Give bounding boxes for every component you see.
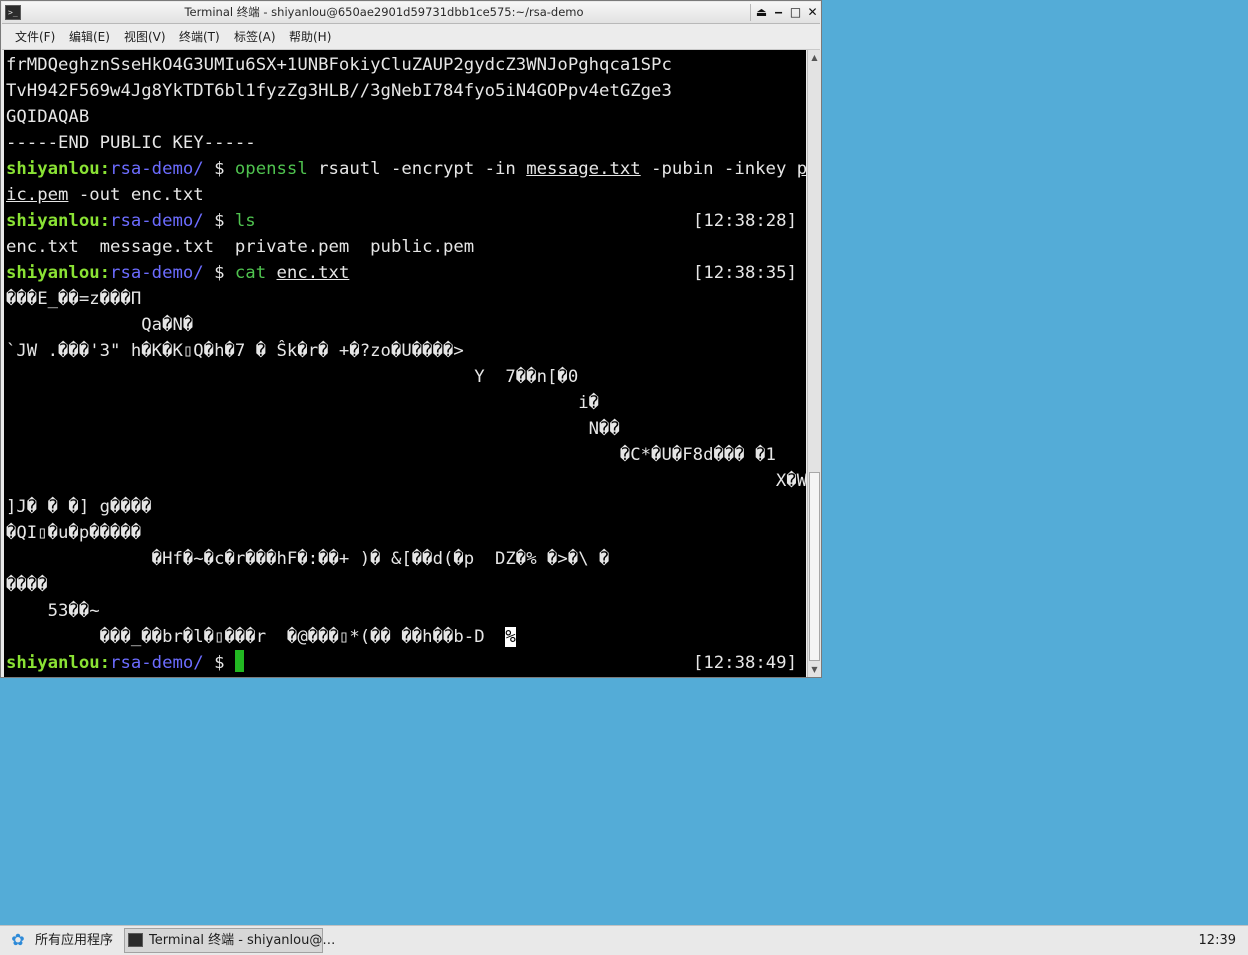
command-line-ls: shiyanlou:rsa-demo/ $ ls [6,208,256,234]
terminal-icon [128,933,143,947]
apps-menu-label[interactable]: 所有应用程序 [35,926,113,955]
command-line-openssl: shiyanlou:rsa-demo/ $ openssl rsautl -en… [6,156,806,182]
prompt-user: shiyanlou [6,263,100,283]
timestamp: [12:38:28] [692,211,797,231]
menu-edit[interactable]: 编辑(E) [69,24,110,49]
command-line-wrap: ic.pem -out enc.txt [6,182,204,208]
scroll-down-arrow-icon[interactable]: ▼ [808,663,821,676]
menu-file[interactable]: 文件(F) [15,24,55,49]
prompt-path: rsa-demo/ [110,159,204,179]
terminal-output[interactable]: frMDQeghznSseHkO4G3UMIu6SX+1UNBFokiyCluZ… [4,50,806,677]
command-args: -out enc.txt [68,185,204,205]
prompt-path: rsa-demo/ [110,653,204,673]
ls-output: enc.txt message.txt private.pem public.p… [6,237,475,257]
prompt-dollar: $ [203,211,235,231]
prompt-user: shiyanlou [6,159,100,179]
binary-output-line: ���_��br�l�▯���r �@���▯*(�� ��h��b-D % [6,624,516,650]
binary-output-text: ���_��br�l�▯���r �@���▯*(�� ��h��b-D [6,627,506,647]
clock[interactable]: 12:39 [1199,926,1236,955]
taskbar-terminal-label: Terminal 终端 - shiyanlou@… [149,933,336,948]
menu-view[interactable]: 视图(V) [124,24,166,49]
active-prompt: shiyanlou:rsa-demo/ $ [6,650,244,676]
key-line: GQIDAQAB [6,107,90,127]
binary-output-line: Y 7��n[�0 [6,367,579,387]
apps-menu-icon[interactable]: ✿ [8,932,28,948]
prompt-path: rsa-demo/ [110,211,204,231]
minimize-button[interactable]: ‒ [770,4,787,21]
key-line: TvH942F569w4Jg8YkTDT6bl1fyzZg3HLB//3gNeb… [6,81,672,101]
shade-button[interactable]: ⏏ [753,4,770,21]
scroll-up-arrow-icon[interactable]: ▲ [808,51,821,64]
file-arg: publ [796,159,806,179]
prompt-colon: : [99,653,111,673]
file-arg: enc.txt [276,263,350,283]
terminal-icon[interactable]: >_ [5,5,21,20]
binary-output-line: ���E_��=z���П [6,289,142,309]
window-titlebar[interactable]: >_ Terminal 终端 - shiyanlou@650ae2901d597… [2,2,820,24]
binary-output-line: 53��~ [6,601,100,621]
prompt-colon: : [99,159,111,179]
binary-output-line: Qa�N� [6,315,194,335]
key-line: -----END PUBLIC KEY----- [6,133,256,153]
timestamp: [12:38:49] [692,653,797,673]
window-title: Terminal 终端 - shiyanlou@650ae2901d59731d… [184,5,584,19]
binary-output-line: �QI▯�u�p����� [6,523,142,543]
prompt-user: shiyanlou [6,211,100,231]
menu-bar: 文件(F) 编辑(E) 视图(V) 终端(T) 标签(A) 帮助(H) [2,24,820,50]
prompt-dollar: $ [203,263,235,283]
prompt-colon: : [99,211,111,231]
menu-tabs[interactable]: 标签(A) [234,24,276,49]
prompt-path: rsa-demo/ [110,263,204,283]
binary-output-line: �Hf�~�c�r���hF�:��+ )� &[��d(�p DZ�% �>�… [6,549,610,569]
close-button[interactable]: ✕ [804,4,821,21]
command-args: -pubin -inkey [640,159,797,179]
no-newline-marker: % [505,627,516,647]
maximize-button[interactable]: □ [787,4,804,21]
key-line: frMDQeghznSseHkO4G3UMIu6SX+1UNBFokiyCluZ… [6,55,672,75]
vertical-scrollbar[interactable]: ▲ ▼ [807,50,821,677]
menu-terminal[interactable]: 终端(T) [179,24,220,49]
menu-help[interactable]: 帮助(H) [289,24,331,49]
command-name: openssl [234,159,308,179]
scrollbar-thumb[interactable] [809,472,820,661]
file-arg: message.txt [526,159,641,179]
binary-output-line: �C*�U�F8d��� �1 [6,445,776,465]
prompt-dollar: $ [203,653,235,673]
file-arg: ic.pem [6,185,69,205]
command-args: rsautl -encrypt -in [307,159,527,179]
timestamp: [12:38:35] [692,263,797,283]
binary-output-line: i� [6,393,600,413]
command-name: cat [234,263,267,283]
binary-output-line: ���� [6,575,48,595]
titlebar-divider [750,4,751,21]
command-space [266,263,276,283]
binary-output-line: ]J� � �] g���� [6,497,152,517]
terminal-window: >_ Terminal 终端 - shiyanlou@650ae2901d597… [0,0,822,678]
command-line-cat: shiyanlou:rsa-demo/ $ cat enc.txt [6,260,349,286]
binary-output-line: N�� [6,419,620,439]
prompt-colon: : [99,263,111,283]
taskbar: ✿ 所有应用程序 Terminal 终端 - shiyanlou@… 12:39 [0,925,1248,955]
taskbar-terminal-button[interactable]: Terminal 终端 - shiyanlou@… [124,928,335,953]
binary-output-line: X�WF;D [6,471,806,491]
binary-output-line: `JW .���'3" h�K�K▯Q�h�7 � Ŝk�r� +�?zo�U�… [6,341,464,361]
prompt-dollar: $ [203,159,235,179]
text-cursor[interactable] [234,650,244,672]
command-name: ls [234,211,256,231]
prompt-user: shiyanlou [6,653,100,673]
